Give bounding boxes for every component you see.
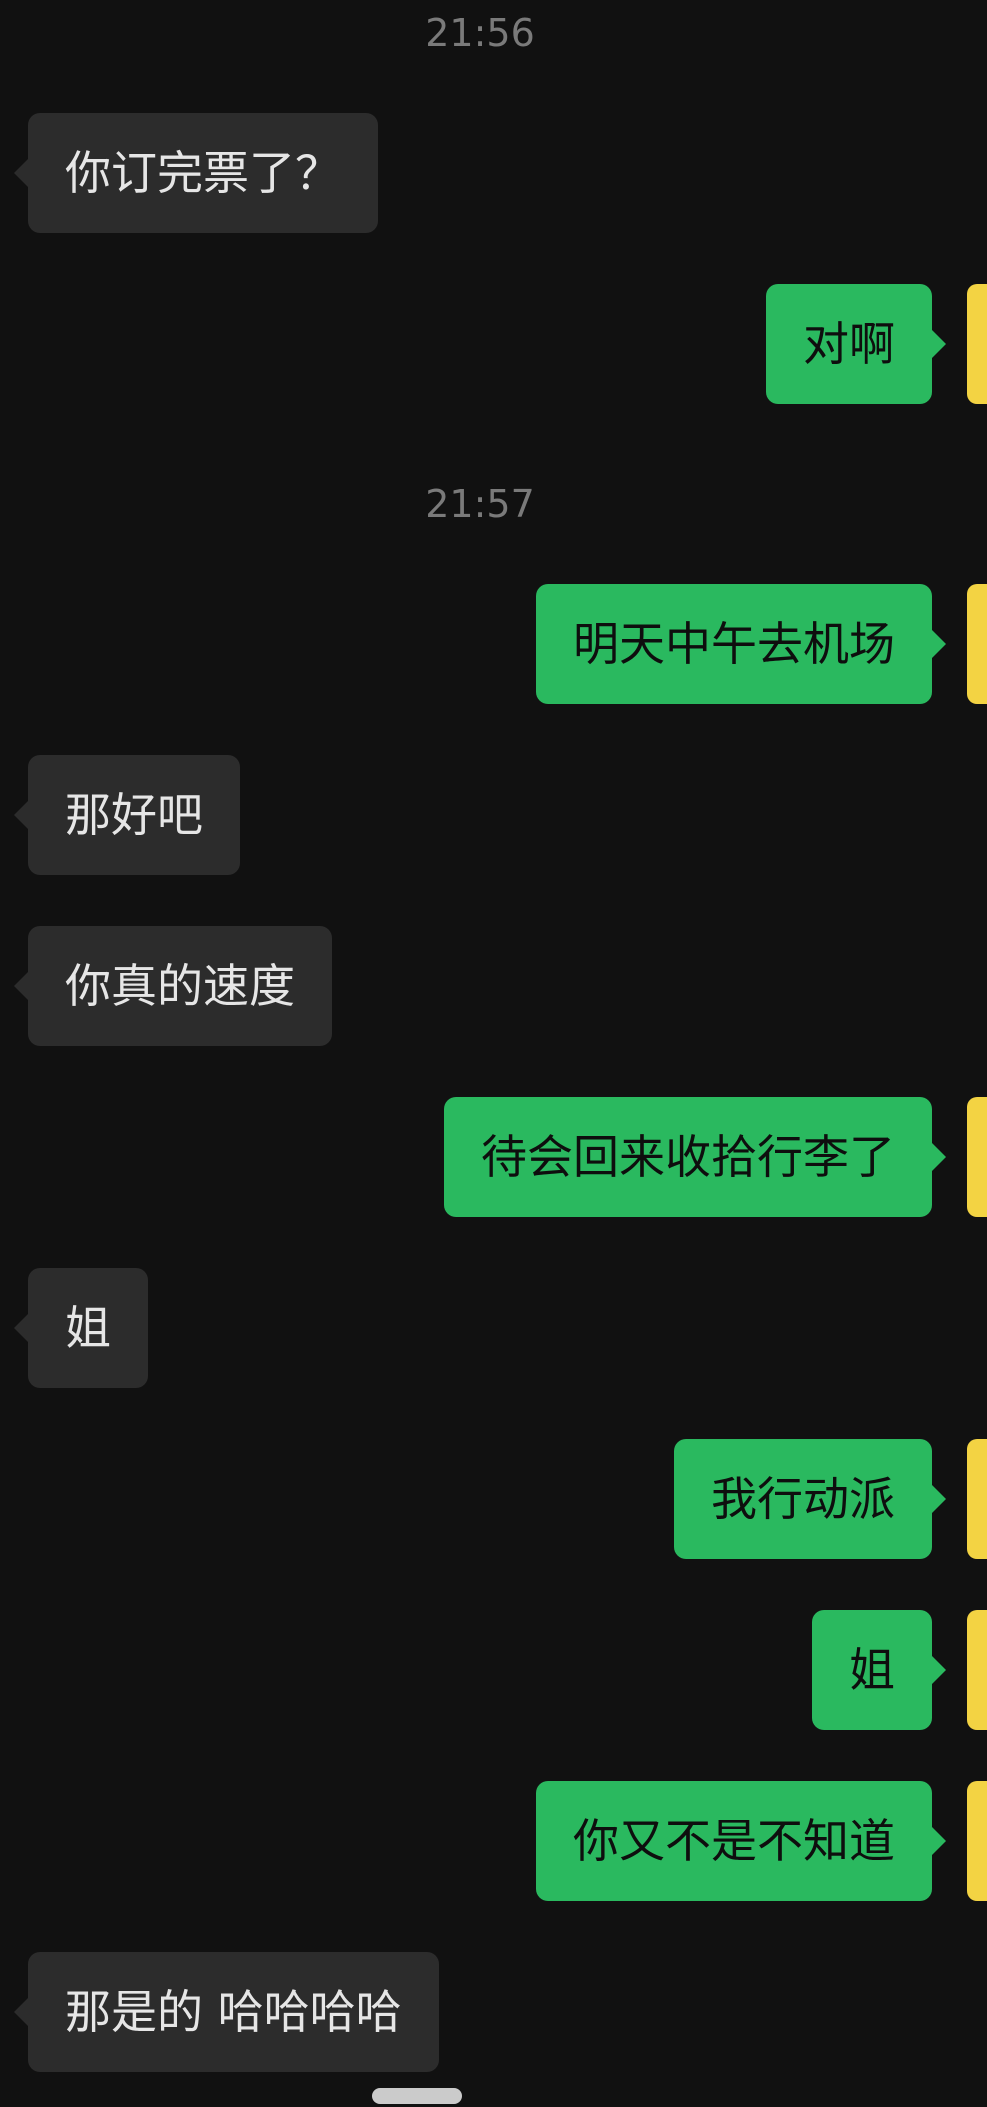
user-avatar[interactable]	[967, 584, 987, 704]
user-avatar[interactable]	[967, 1439, 987, 1559]
outgoing-message-bubble[interactable]: 明天中午去机场	[536, 584, 946, 704]
incoming-message-bubble[interactable]: 你真的速度	[14, 926, 332, 1046]
incoming-message-bubble[interactable]: 那是的 哈哈哈哈	[14, 1952, 439, 2072]
user-avatar[interactable]	[967, 1610, 987, 1730]
user-avatar[interactable]	[967, 1781, 987, 1901]
incoming-message-bubble[interactable]: 姐	[14, 1268, 148, 1388]
incoming-message-bubble[interactable]: 你订完票了？	[14, 113, 378, 233]
timestamp: 21:56	[425, 11, 535, 55]
user-avatar[interactable]	[967, 1097, 987, 1217]
outgoing-message-bubble[interactable]: 我行动派	[674, 1439, 946, 1559]
outgoing-message-bubble[interactable]: 姐	[812, 1610, 946, 1730]
timestamp: 21:57	[425, 482, 535, 526]
outgoing-message-bubble[interactable]: 待会回来收拾行李了	[444, 1097, 946, 1217]
outgoing-message-bubble[interactable]: 你又不是不知道	[536, 1781, 946, 1901]
watermark-mark	[372, 2088, 462, 2104]
chat-screen: { "timestamps": ["21:56", "21:57"], "mes…	[0, 0, 987, 2107]
user-avatar[interactable]	[967, 284, 987, 404]
incoming-message-bubble[interactable]: 那好吧	[14, 755, 240, 875]
outgoing-message-bubble[interactable]: 对啊	[766, 284, 946, 404]
